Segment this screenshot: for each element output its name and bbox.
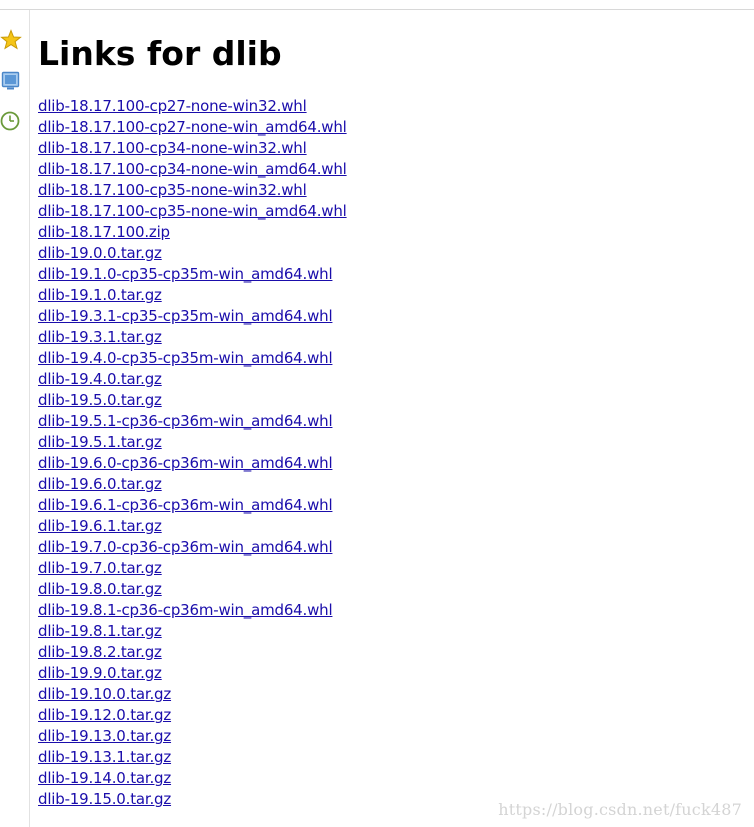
download-link[interactable]: dlib-19.8.1.tar.gz: [38, 622, 162, 640]
download-link[interactable]: dlib-18.17.100-cp35-none-win_amd64.whl: [38, 202, 347, 220]
download-link[interactable]: dlib-19.12.0.tar.gz: [38, 706, 171, 724]
browser-sidebar: [0, 10, 30, 827]
list-item: dlib-18.17.100-cp35-none-win_amd64.whl: [38, 201, 347, 222]
list-item: dlib-19.12.0.tar.gz: [38, 705, 347, 726]
download-link[interactable]: dlib-18.17.100-cp27-none-win_amd64.whl: [38, 118, 347, 136]
download-link[interactable]: dlib-19.8.1-cp36-cp36m-win_amd64.whl: [38, 601, 333, 619]
list-item: dlib-19.6.0.tar.gz: [38, 474, 347, 495]
list-item: dlib-18.17.100-cp34-none-win32.whl: [38, 138, 347, 159]
download-link[interactable]: dlib-19.6.1.tar.gz: [38, 517, 162, 535]
download-link[interactable]: dlib-19.14.0.tar.gz: [38, 769, 171, 787]
list-item: dlib-19.14.0.tar.gz: [38, 768, 347, 789]
download-link[interactable]: dlib-19.13.0.tar.gz: [38, 727, 171, 745]
download-link[interactable]: dlib-19.15.0.tar.gz: [38, 790, 171, 808]
link-list: dlib-18.17.100-cp27-none-win32.whl dlib-1…: [38, 96, 347, 810]
download-link[interactable]: dlib-19.1.0.tar.gz: [38, 286, 162, 304]
download-link[interactable]: dlib-19.5.1-cp36-cp36m-win_amd64.whl: [38, 412, 333, 430]
list-item: dlib-19.15.0.tar.gz: [38, 789, 347, 810]
monitor-icon[interactable]: [0, 70, 22, 92]
list-item: dlib-19.5.0.tar.gz: [38, 390, 347, 411]
list-item: dlib-19.1.0.tar.gz: [38, 285, 347, 306]
download-link[interactable]: dlib-19.5.1.tar.gz: [38, 433, 162, 451]
download-link[interactable]: dlib-18.17.100-cp27-none-win32.whl: [38, 97, 307, 115]
list-item: dlib-19.8.0.tar.gz: [38, 579, 347, 600]
list-item: dlib-19.13.0.tar.gz: [38, 726, 347, 747]
download-link[interactable]: dlib-18.17.100.zip: [38, 223, 170, 241]
list-item: dlib-18.17.100-cp27-none-win_amd64.whl: [38, 117, 347, 138]
download-link[interactable]: dlib-18.17.100-cp34-none-win_amd64.whl: [38, 160, 347, 178]
download-link[interactable]: dlib-18.17.100-cp34-none-win32.whl: [38, 139, 307, 157]
download-link[interactable]: dlib-19.13.1.tar.gz: [38, 748, 171, 766]
list-item: dlib-19.1.0-cp35-cp35m-win_amd64.whl: [38, 264, 347, 285]
list-item: dlib-19.5.1-cp36-cp36m-win_amd64.whl: [38, 411, 347, 432]
download-link[interactable]: dlib-18.17.100-cp35-none-win32.whl: [38, 181, 307, 199]
list-item: dlib-19.3.1.tar.gz: [38, 327, 347, 348]
download-link[interactable]: dlib-19.8.0.tar.gz: [38, 580, 162, 598]
download-link[interactable]: dlib-19.7.0.tar.gz: [38, 559, 162, 577]
list-item: dlib-19.8.1.tar.gz: [38, 621, 347, 642]
page-title: Links for dlib: [38, 34, 282, 73]
list-item: dlib-19.8.1-cp36-cp36m-win_amd64.whl: [38, 600, 347, 621]
download-link[interactable]: dlib-19.8.2.tar.gz: [38, 643, 162, 661]
download-link[interactable]: dlib-19.6.0.tar.gz: [38, 475, 162, 493]
download-link[interactable]: dlib-19.6.1-cp36-cp36m-win_amd64.whl: [38, 496, 333, 514]
download-link[interactable]: dlib-19.10.0.tar.gz: [38, 685, 171, 703]
list-item: dlib-19.10.0.tar.gz: [38, 684, 347, 705]
list-item: dlib-19.6.1.tar.gz: [38, 516, 347, 537]
list-item: dlib-18.17.100-cp35-none-win32.whl: [38, 180, 347, 201]
list-item: dlib-19.8.2.tar.gz: [38, 642, 347, 663]
list-item: dlib-19.9.0.tar.gz: [38, 663, 347, 684]
download-link[interactable]: dlib-19.6.0-cp36-cp36m-win_amd64.whl: [38, 454, 333, 472]
list-item: dlib-18.17.100-cp34-none-win_amd64.whl: [38, 159, 347, 180]
list-item: dlib-19.13.1.tar.gz: [38, 747, 347, 768]
download-link[interactable]: dlib-19.4.0.tar.gz: [38, 370, 162, 388]
download-link[interactable]: dlib-19.7.0-cp36-cp36m-win_amd64.whl: [38, 538, 333, 556]
list-item: dlib-19.7.0.tar.gz: [38, 558, 347, 579]
clock-icon[interactable]: [0, 110, 22, 132]
list-item: dlib-18.17.100-cp27-none-win32.whl: [38, 96, 347, 117]
list-item: dlib-19.4.0-cp35-cp35m-win_amd64.whl: [38, 348, 347, 369]
watermark: https://blog.csdn.net/fuck487: [498, 800, 742, 819]
download-link[interactable]: dlib-19.1.0-cp35-cp35m-win_amd64.whl: [38, 265, 333, 283]
list-item: dlib-18.17.100.zip: [38, 222, 347, 243]
list-item: dlib-19.3.1-cp35-cp35m-win_amd64.whl: [38, 306, 347, 327]
download-link[interactable]: dlib-19.9.0.tar.gz: [38, 664, 162, 682]
download-link[interactable]: dlib-19.5.0.tar.gz: [38, 391, 162, 409]
list-item: dlib-19.6.0-cp36-cp36m-win_amd64.whl: [38, 453, 347, 474]
star-icon[interactable]: [0, 29, 22, 51]
list-item: dlib-19.0.0.tar.gz: [38, 243, 347, 264]
download-link[interactable]: dlib-19.0.0.tar.gz: [38, 244, 162, 262]
list-item: dlib-19.5.1.tar.gz: [38, 432, 347, 453]
list-item: dlib-19.7.0-cp36-cp36m-win_amd64.whl: [38, 537, 347, 558]
list-item: dlib-19.6.1-cp36-cp36m-win_amd64.whl: [38, 495, 347, 516]
download-link[interactable]: dlib-19.3.1-cp35-cp35m-win_amd64.whl: [38, 307, 333, 325]
list-item: dlib-19.4.0.tar.gz: [38, 369, 347, 390]
download-link[interactable]: dlib-19.3.1.tar.gz: [38, 328, 162, 346]
download-link[interactable]: dlib-19.4.0-cp35-cp35m-win_amd64.whl: [38, 349, 333, 367]
top-toolbar-edge: [0, 0, 754, 10]
